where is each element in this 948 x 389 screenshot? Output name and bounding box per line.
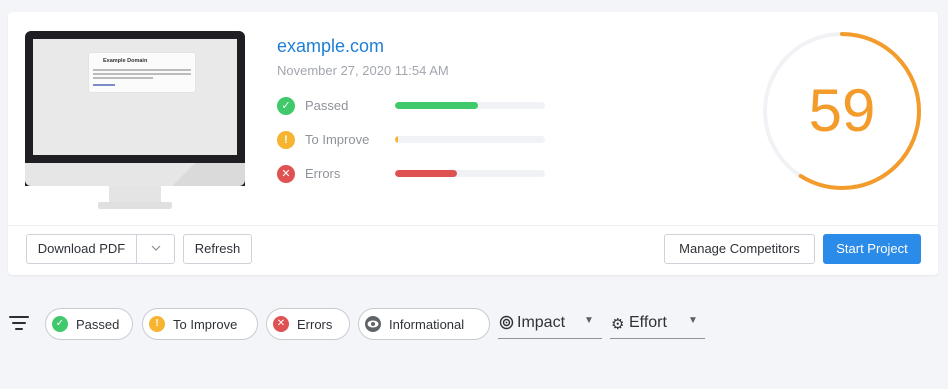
report-card: Example Domain example.com November 27, …	[8, 12, 938, 275]
exclamation-icon: !	[277, 131, 295, 149]
progress-fill	[395, 102, 478, 109]
effort-select[interactable]: ⚙ Effort ▼	[610, 310, 705, 339]
refresh-button[interactable]: Refresh	[183, 234, 252, 264]
preview-card: Example Domain	[89, 53, 195, 92]
preview-title: Example Domain	[103, 58, 148, 64]
caret-down-icon: ▼	[584, 315, 594, 326]
cross-icon: ✕	[273, 316, 289, 332]
exclamation-icon: !	[149, 316, 165, 332]
monitor-chin	[25, 163, 245, 186]
progress-fill	[395, 170, 457, 177]
filter-chip-informational[interactable]: Informational	[358, 308, 490, 340]
download-pdf-split-button[interactable]: Download PDF	[26, 234, 175, 264]
manage-competitors-button[interactable]: Manage Competitors	[664, 234, 815, 264]
target-icon	[499, 315, 514, 334]
score-value: 59	[808, 77, 876, 144]
report-timestamp: November 27, 2020 11:54 AM	[277, 63, 449, 78]
score-gauge: 59	[760, 29, 924, 193]
impact-select-label: Impact	[517, 314, 566, 331]
metric-passed: ✓ Passed	[277, 96, 577, 116]
domain-link[interactable]: example.com	[277, 36, 384, 57]
site-preview-monitor: Example Domain	[25, 31, 245, 211]
progress-track	[395, 136, 545, 143]
progress-track	[395, 170, 545, 177]
filter-chip-to-improve[interactable]: ! To Improve	[142, 308, 258, 340]
cross-icon: ✕	[277, 165, 295, 183]
download-pdf-button[interactable]: Download PDF	[27, 235, 137, 263]
filter-icon[interactable]	[9, 315, 29, 331]
monitor-base	[98, 202, 172, 209]
gear-icon: ⚙	[611, 316, 625, 333]
site-screenshot: Example Domain	[33, 39, 237, 155]
check-icon: ✓	[52, 316, 68, 332]
caret-down-icon: ▼	[688, 315, 698, 326]
progress-fill	[395, 136, 398, 143]
metric-label: Errors	[305, 166, 341, 181]
chevron-down-icon[interactable]	[137, 235, 174, 263]
filter-chip-passed[interactable]: ✓ Passed	[45, 308, 133, 340]
metric-to-improve: ! To Improve	[277, 130, 577, 150]
check-icon: ✓	[277, 97, 295, 115]
metric-label: To Improve	[305, 132, 370, 147]
metric-errors: ✕ Errors	[277, 164, 577, 184]
metric-label: Passed	[305, 98, 349, 113]
filter-chip-errors[interactable]: ✕ Errors	[266, 308, 350, 340]
eye-icon	[365, 316, 381, 332]
card-divider	[8, 225, 938, 226]
effort-select-label: Effort	[629, 314, 667, 331]
progress-track	[395, 102, 545, 109]
monitor-stand	[109, 186, 161, 203]
impact-select[interactable]: Impact ▼	[498, 310, 602, 339]
start-project-button[interactable]: Start Project	[823, 234, 921, 264]
